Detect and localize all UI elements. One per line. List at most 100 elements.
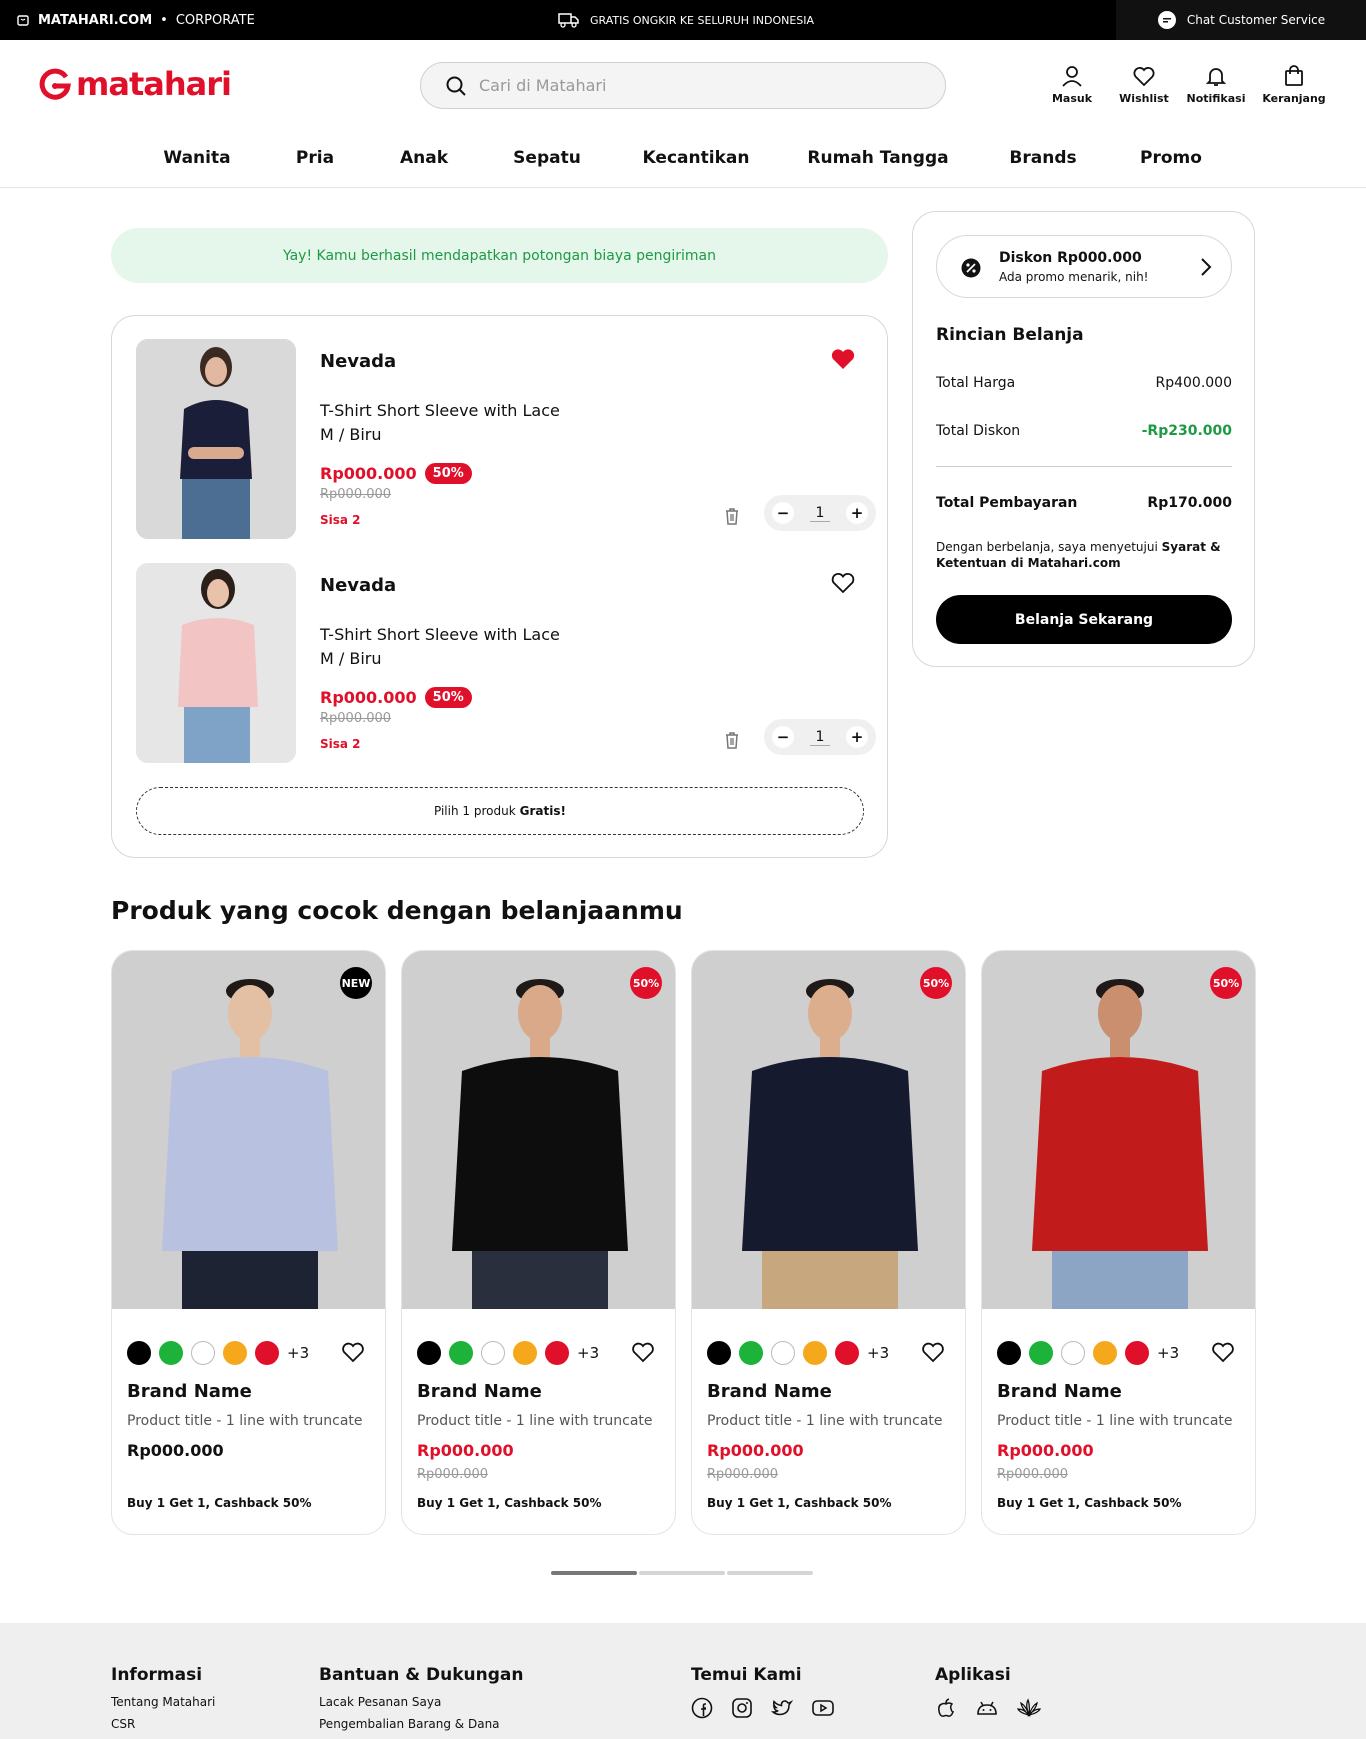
carousel-dot[interactable] <box>727 1571 813 1575</box>
trash-icon[interactable] <box>724 731 740 749</box>
carousel-indicator <box>551 1571 813 1575</box>
product-card[interactable]: 50% +3 Brand Name Product title - 1 line wi… <box>401 950 676 1535</box>
heart-icon[interactable] <box>1211 1341 1235 1363</box>
color-swatch[interactable] <box>1061 1341 1085 1365</box>
product-price: Rp000.000 <box>707 1441 804 1460</box>
color-swatch[interactable] <box>1029 1341 1053 1365</box>
apple-icon[interactable] <box>935 1697 957 1719</box>
search-input[interactable] <box>479 76 919 95</box>
color-swatch[interactable] <box>481 1341 505 1365</box>
product-image[interactable]: 50% <box>982 951 1255 1309</box>
color-swatch[interactable] <box>1125 1341 1149 1365</box>
color-swatch[interactable] <box>771 1341 795 1365</box>
facebook-icon[interactable] <box>691 1697 713 1719</box>
color-swatch[interactable] <box>707 1341 731 1365</box>
matahari-logo[interactable]: matahari <box>38 64 232 104</box>
color-swatch[interactable] <box>255 1341 279 1365</box>
cart-button[interactable]: Keranjang <box>1252 64 1336 105</box>
product-price: Rp000.000 <box>417 1441 514 1460</box>
more-colors[interactable]: +3 <box>1157 1344 1179 1362</box>
chat-customer-service-button[interactable]: Chat Customer Service <box>1116 0 1366 40</box>
android-icon[interactable] <box>975 1697 999 1719</box>
color-swatch[interactable] <box>191 1341 215 1365</box>
twitter-icon[interactable] <box>771 1697 793 1719</box>
decrease-button[interactable]: − <box>772 502 794 524</box>
footer-link[interactable]: Tentang Matahari <box>111 1695 215 1709</box>
cart-item-title: T-Shirt Short Sleeve with Lace M / Biru <box>320 623 560 671</box>
product-title: Product title - 1 line with truncate <box>997 1413 1233 1429</box>
quantity-value[interactable]: 1 <box>809 729 831 746</box>
separator: • <box>160 12 168 28</box>
product-tag: NEW <box>340 967 372 999</box>
product-image[interactable]: 50% <box>402 951 675 1309</box>
free-product-button[interactable]: Pilih 1 produk Gratis! <box>136 787 864 835</box>
color-swatch[interactable] <box>223 1341 247 1365</box>
wishlist-button[interactable]: Wishlist <box>1108 64 1180 105</box>
checkout-button[interactable]: Belanja Sekarang <box>936 595 1232 644</box>
product-old-price: Rp000.000 <box>417 1467 489 1482</box>
product-image[interactable]: NEW <box>112 951 385 1309</box>
product-card[interactable]: NEW +3 Brand Name Product title - 1 line wi… <box>111 950 386 1535</box>
more-colors[interactable]: +3 <box>287 1344 309 1362</box>
more-colors[interactable]: +3 <box>577 1344 599 1362</box>
nav-item-rumah-tangga[interactable]: Rumah Tangga <box>807 148 948 168</box>
color-swatch[interactable] <box>545 1341 569 1365</box>
footer-link[interactable]: Pengembalian Barang & Dana <box>319 1717 523 1731</box>
login-button[interactable]: Masuk <box>1036 64 1108 105</box>
promo-selector[interactable]: Diskon Rp000.000 Ada promo menarik, nih! <box>936 235 1232 298</box>
color-swatch[interactable] <box>127 1341 151 1365</box>
cart-item-image[interactable] <box>136 339 296 539</box>
footer: Informasi Tentang Matahari CSR Bantuan &… <box>0 1623 1366 1739</box>
nav-item-brands[interactable]: Brands <box>1009 148 1076 168</box>
footer-info-title: Informasi <box>111 1665 203 1685</box>
search-bar[interactable] <box>420 62 946 109</box>
nav-item-promo[interactable]: Promo <box>1140 148 1202 168</box>
nav-item-wanita[interactable]: Wanita <box>163 148 230 168</box>
cart-item-image[interactable] <box>136 563 296 763</box>
notification-button[interactable]: Notifikasi <box>1180 64 1252 105</box>
color-swatch[interactable] <box>449 1341 473 1365</box>
nav-item-sepatu[interactable]: Sepatu <box>513 148 581 168</box>
footer-link[interactable]: Lacak Pesanan Saya <box>319 1695 523 1709</box>
cart-label: Keranjang <box>1262 92 1326 105</box>
promo-subtitle: Ada promo menarik, nih! <box>999 270 1149 284</box>
carousel-dot[interactable] <box>639 1571 725 1575</box>
color-swatch[interactable] <box>417 1341 441 1365</box>
nav-item-anak[interactable]: Anak <box>400 148 448 168</box>
heart-icon[interactable] <box>341 1341 365 1363</box>
color-swatch[interactable] <box>835 1341 859 1365</box>
color-swatch[interactable] <box>997 1341 1021 1365</box>
heart-icon[interactable] <box>631 1341 655 1363</box>
product-image[interactable]: 50% <box>692 951 965 1309</box>
product-card[interactable]: 50% +3 Brand Name Product title - 1 line wi… <box>981 950 1256 1535</box>
color-swatch[interactable] <box>739 1341 763 1365</box>
color-swatch[interactable] <box>513 1341 537 1365</box>
color-swatch[interactable] <box>803 1341 827 1365</box>
decrease-button[interactable]: − <box>772 726 794 748</box>
nav-item-kecantikan[interactable]: Kecantikan <box>643 148 750 168</box>
youtube-icon[interactable] <box>811 1697 835 1719</box>
huawei-icon[interactable] <box>1017 1697 1041 1719</box>
product-card[interactable]: 50% +3 Brand Name Product title - 1 line wi… <box>691 950 966 1535</box>
site-link[interactable]: MATAHARI.COM <box>38 13 152 28</box>
carousel-dot-active[interactable] <box>551 1571 637 1575</box>
product-brand: Brand Name <box>127 1381 252 1402</box>
nav-item-pria[interactable]: Pria <box>296 148 334 168</box>
product-tag: 50% <box>1210 967 1242 999</box>
shipping-banner: GRATIS ONGKIR KE SELURUH INDONESIA <box>558 0 814 40</box>
product-price: Rp000.000 <box>997 1441 1094 1460</box>
color-swatch[interactable] <box>159 1341 183 1365</box>
color-swatch[interactable] <box>1093 1341 1117 1365</box>
cart-item-brand: Nevada <box>320 575 397 596</box>
more-colors[interactable]: +3 <box>867 1344 889 1362</box>
wishlist-outline-icon[interactable] <box>830 571 856 595</box>
increase-button[interactable]: + <box>845 726 868 748</box>
trash-icon[interactable] <box>724 507 740 525</box>
heart-icon[interactable] <box>921 1341 945 1363</box>
instagram-icon[interactable] <box>731 1697 753 1719</box>
corporate-link[interactable]: CORPORATE <box>176 13 255 28</box>
wishlist-filled-icon[interactable] <box>830 347 856 371</box>
increase-button[interactable]: + <box>845 502 868 524</box>
quantity-value[interactable]: 1 <box>809 505 831 522</box>
footer-link[interactable]: CSR <box>111 1717 215 1731</box>
